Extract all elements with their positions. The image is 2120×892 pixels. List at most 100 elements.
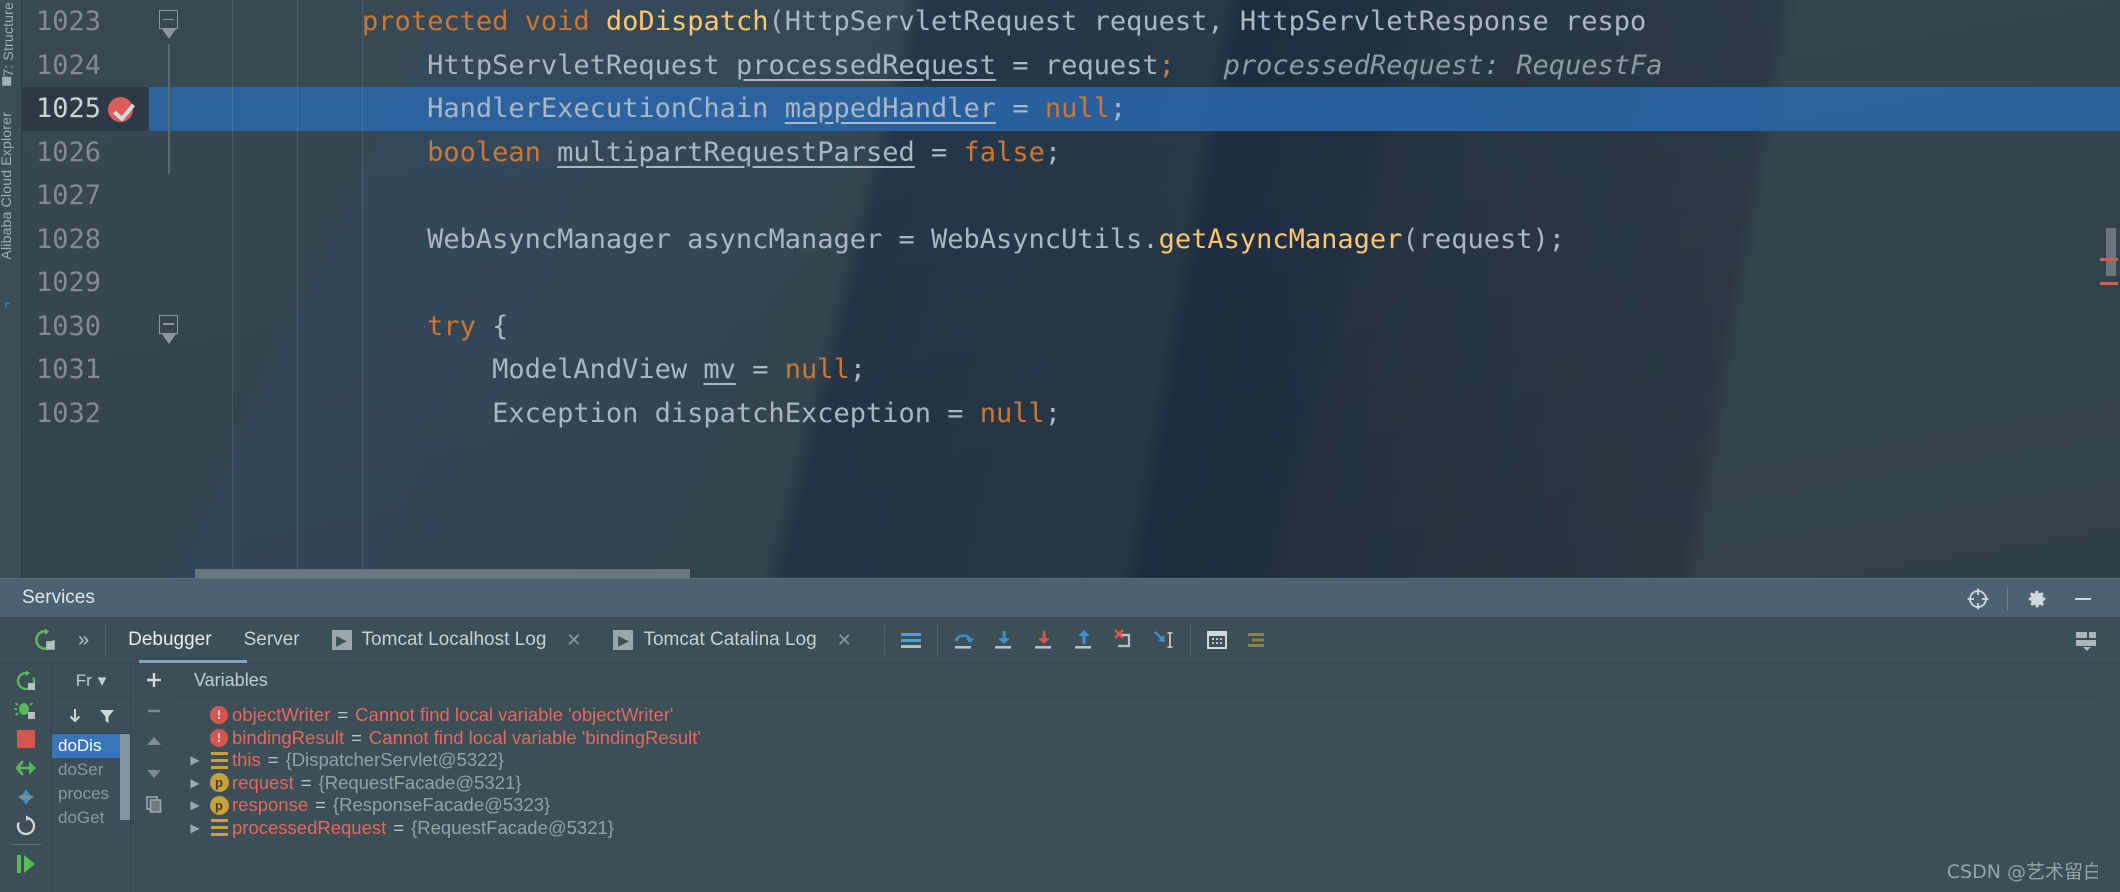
code-line[interactable]: 1024 HttpServletRequest processedRequest… xyxy=(22,43,2120,87)
code-line[interactable]: 1029 xyxy=(22,261,2120,305)
settings-gear-icon[interactable] xyxy=(2014,579,2060,618)
debugger-body[interactable]: Fr ▾ doDis doSer proces doGet Variables … xyxy=(0,664,2120,892)
frame-item[interactable]: doGet xyxy=(52,806,130,830)
fold-collapse-icon[interactable] xyxy=(159,10,178,29)
evaluate-expression-icon[interactable] xyxy=(1197,617,1237,664)
fold-gutter[interactable] xyxy=(149,392,194,436)
export-threads-icon[interactable] xyxy=(66,707,84,725)
fold-collapse-icon[interactable] xyxy=(159,314,178,334)
equals-sign: = xyxy=(393,816,405,838)
variables-list[interactable]: ▶!objectWriter=Cannot find local variabl… xyxy=(176,698,2120,839)
chevron-down-icon[interactable]: ▾ xyxy=(98,671,107,691)
layout-settings-icon[interactable] xyxy=(2066,617,2106,664)
close-tab-icon[interactable]: ✕ xyxy=(566,630,581,651)
editor-error-stripe-mark[interactable] xyxy=(2100,282,2118,285)
variable-row[interactable]: ▶ p request = {RequestFacade@5321} xyxy=(176,772,2120,795)
variable-row[interactable]: ▶ p response = {ResponseFacade@5323} xyxy=(176,794,2120,817)
frame-item[interactable]: doDis xyxy=(52,734,130,758)
tab-tomcat-localhost-log[interactable]: ▶ Tomcat Localhost Log ✕ xyxy=(316,617,598,664)
frames-panel[interactable]: Fr ▾ doDis doSer proces doGet xyxy=(52,664,130,892)
variable-row[interactable]: ▶ processedRequest = {RequestFacade@5321} xyxy=(176,817,2120,840)
copy-value-icon[interactable] xyxy=(131,788,177,819)
services-tabbar[interactable]: » Debugger Server ▶ Tomcat Localhost Log ✕ ▶ T… xyxy=(0,617,2120,664)
step-into-icon[interactable] xyxy=(984,617,1024,664)
code-editor[interactable]: 1023 protected void doDispatch(HttpServl… xyxy=(0,0,2120,578)
cloud-icon[interactable]: ⌜ xyxy=(4,300,11,318)
rerun-debug-icon[interactable] xyxy=(0,695,52,724)
fold-gutter[interactable] xyxy=(149,305,194,349)
sidebar-item-alibaba-cloud-explorer[interactable]: Alibaba Cloud Explorer xyxy=(0,112,14,260)
services-tool-window[interactable]: Services » Debugger Server ▶ Tomcat Loca… xyxy=(0,578,2120,892)
remove-watch-icon[interactable] xyxy=(131,695,177,726)
variables-panel[interactable]: Variables ▶!objectWriter=Cannot find loc… xyxy=(176,664,2120,892)
overflow-tabs-icon[interactable]: » xyxy=(68,629,99,652)
frames-list[interactable]: doDis doSer proces doGet xyxy=(52,734,130,830)
frames-toolbar[interactable] xyxy=(52,698,130,734)
rerun-icon[interactable] xyxy=(0,666,52,695)
run-to-cursor-icon[interactable] xyxy=(1144,617,1184,664)
fold-gutter[interactable] xyxy=(149,130,194,174)
fold-gutter[interactable] xyxy=(149,174,194,218)
resume-program-icon[interactable] xyxy=(0,753,52,782)
code-line[interactable]: 1031 ModelAndView mv = null; xyxy=(22,348,2120,392)
filter-icon[interactable] xyxy=(98,707,116,725)
expand-caret-icon[interactable]: ▶ xyxy=(184,821,206,835)
variable-row[interactable]: ▶ this = {DispatcherServlet@5322} xyxy=(176,749,2120,772)
variable-row[interactable]: ▶!objectWriter = Cannot find local variabl… xyxy=(176,704,2120,727)
editor-error-stripe-mark[interactable] xyxy=(2100,258,2118,261)
code-lines-container[interactable]: 1023 protected void doDispatch(HttpServl… xyxy=(22,0,2120,578)
fold-gutter[interactable] xyxy=(149,87,194,131)
code-line[interactable]: 1026 boolean multipartRequestParsed = fa… xyxy=(22,130,2120,174)
view-breakpoints-icon[interactable] xyxy=(0,782,52,811)
frame-item[interactable]: doSer xyxy=(52,758,130,782)
tab-debugger[interactable]: Debugger xyxy=(112,617,227,664)
code-line[interactable]: 1025 HandlerExecutionChain mappedHandler… xyxy=(22,87,2120,131)
rerun-service-icon[interactable] xyxy=(22,627,68,653)
fold-gutter[interactable] xyxy=(149,0,194,44)
editor-vertical-scrollbar[interactable] xyxy=(2106,228,2116,276)
variable-row[interactable]: ▶!bindingResult = Cannot find local variab… xyxy=(176,727,2120,750)
line-number: 1029 xyxy=(36,267,102,298)
debugger-side-toolbar[interactable] xyxy=(0,664,52,892)
step-over-icon[interactable] xyxy=(944,617,984,664)
code-line[interactable]: 1030 try { xyxy=(22,305,2120,349)
tab-server[interactable]: Server xyxy=(228,617,316,664)
sidebar-item-structure[interactable]: 7: Structure xyxy=(0,2,16,86)
fold-gutter[interactable] xyxy=(149,261,194,305)
expand-caret-icon[interactable]: ▶ xyxy=(184,776,206,790)
code-line[interactable]: 1027 xyxy=(22,174,2120,218)
expand-caret-icon[interactable]: ▶ xyxy=(184,798,206,812)
sort-values-icon[interactable] xyxy=(1237,617,1277,664)
code-line[interactable]: 1023 protected void doDispatch(HttpServl… xyxy=(22,0,2120,44)
restore-layout-icon[interactable] xyxy=(0,811,52,840)
code-line[interactable]: 1032 Exception dispatchException = null; xyxy=(22,392,2120,436)
code-line[interactable]: 1028 WebAsyncManager asyncManager = WebA… xyxy=(22,218,2120,262)
resume-icon[interactable] xyxy=(0,849,52,878)
frame-item[interactable]: proces xyxy=(52,782,130,806)
close-tab-icon[interactable]: ✕ xyxy=(837,630,852,651)
locate-icon[interactable] xyxy=(1955,579,2001,618)
breakpoint-icon[interactable] xyxy=(108,97,133,122)
stop-icon[interactable] xyxy=(0,724,52,753)
fold-gutter[interactable] xyxy=(149,348,194,392)
line-number: 1024 xyxy=(36,49,102,81)
fold-gutter[interactable] xyxy=(149,218,194,262)
editor-horizontal-scrollbar[interactable] xyxy=(195,569,690,578)
left-tool-rail[interactable]: 7: Structure Alibaba Cloud Explorer ⌜ xyxy=(0,0,22,578)
add-watch-icon[interactable] xyxy=(131,664,177,695)
move-down-icon[interactable] xyxy=(131,757,177,788)
drop-frame-icon[interactable] xyxy=(1104,617,1144,664)
variables-toolbar[interactable] xyxy=(130,664,176,892)
frames-scrollbar[interactable] xyxy=(120,734,130,820)
code-token: HttpServletRequest xyxy=(427,49,736,81)
step-out-icon[interactable] xyxy=(1064,617,1104,664)
tab-tomcat-catalina-log[interactable]: ▶ Tomcat Catalina Log ✕ xyxy=(597,617,867,664)
debugger-step-toolbar[interactable] xyxy=(878,617,1277,664)
show-execution-point-icon[interactable] xyxy=(891,617,931,664)
move-up-icon[interactable] xyxy=(131,726,177,757)
force-step-into-icon[interactable] xyxy=(1024,617,1064,664)
expand-caret-icon[interactable]: ▶ xyxy=(184,753,206,767)
minimize-icon[interactable] xyxy=(2060,579,2106,618)
fold-gutter[interactable] xyxy=(149,43,194,87)
frames-header[interactable]: Fr ▾ xyxy=(52,664,130,698)
